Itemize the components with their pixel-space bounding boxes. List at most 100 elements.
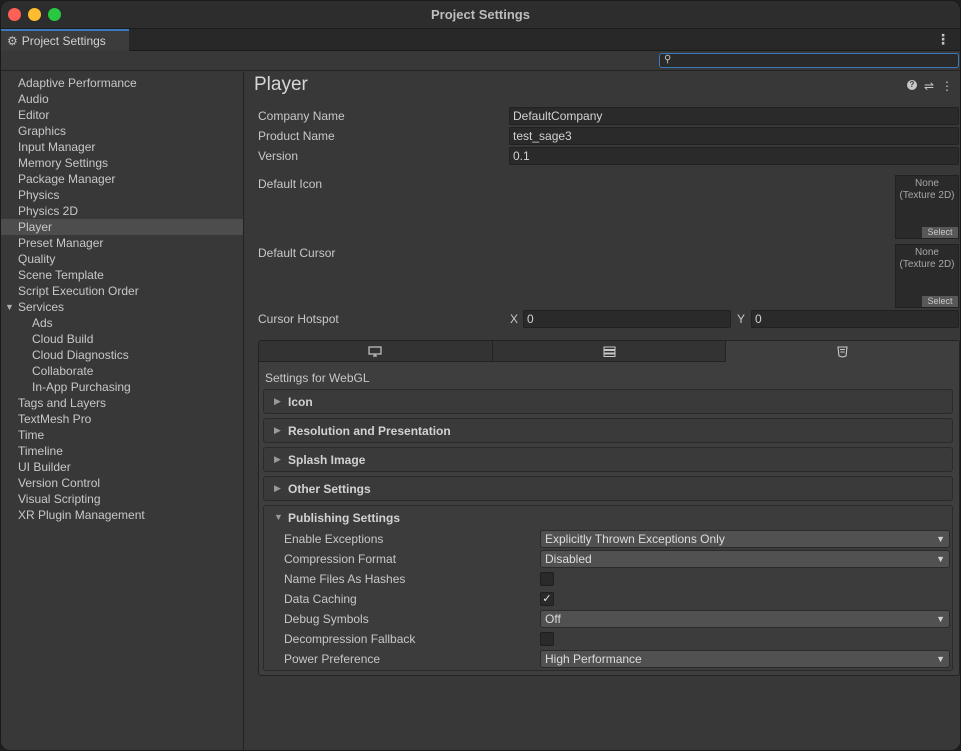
kebab-menu-icon[interactable]: ⋮ xyxy=(936,32,950,46)
sidebar-item-preset-manager[interactable]: Preset Manager xyxy=(1,235,243,251)
decompression-fallback-checkbox[interactable] xyxy=(540,632,554,646)
section-other-settings[interactable]: ▶ Other Settings xyxy=(263,476,953,501)
sidebar-item-version-control[interactable]: Version Control xyxy=(1,475,243,491)
sidebar-item-package-manager[interactable]: Package Manager xyxy=(1,171,243,187)
sidebar-item-visual-scripting[interactable]: Visual Scripting xyxy=(1,491,243,507)
expanded-triangle-icon[interactable]: ▼ xyxy=(274,512,283,522)
project-settings-window: Project Settings ⚙ Project Settings ⋮ ⚲ … xyxy=(0,0,961,751)
tab-label: Project Settings xyxy=(21,34,106,48)
company-name-field[interactable]: DefaultCompany xyxy=(509,107,959,125)
section-label[interactable]: Publishing Settings xyxy=(288,511,400,525)
sidebar-item-input-manager[interactable]: Input Manager xyxy=(1,139,243,155)
debug-symbols-dropdown[interactable]: Off ▼ xyxy=(540,610,950,628)
collapsed-triangle-icon: ▶ xyxy=(274,425,281,435)
chevron-down-icon: ▼ xyxy=(936,614,945,624)
sidebar-item-services[interactable]: ▼ Services xyxy=(1,299,243,315)
cursor-hotspot-label: Cursor Hotspot xyxy=(258,312,339,326)
compression-format-dropdown[interactable]: Disabled ▼ xyxy=(540,550,950,568)
sidebar-item-scene-template[interactable]: Scene Template xyxy=(1,267,243,283)
page-title: Player xyxy=(254,74,308,95)
platform-tabs xyxy=(259,341,960,362)
chevron-down-icon: ▼ xyxy=(936,554,945,564)
sidebar-item-graphics[interactable]: Graphics xyxy=(1,123,243,139)
sidebar-item-adaptive-performance[interactable]: Adaptive Performance xyxy=(1,75,243,91)
collapsed-triangle-icon: ▶ xyxy=(274,396,281,406)
section-label: Resolution and Presentation xyxy=(288,424,451,438)
tab-bar: ⚙ Project Settings ⋮ xyxy=(1,29,960,51)
sidebar-item-tags-and-layers[interactable]: Tags and Layers xyxy=(1,395,243,411)
default-cursor-label: Default Cursor xyxy=(258,246,336,260)
sidebar-item-physics-2d[interactable]: Physics 2D xyxy=(1,203,243,219)
checkmark-icon: ✓ xyxy=(542,593,552,605)
sidebar-item-xr-plugin-management[interactable]: XR Plugin Management xyxy=(1,507,243,523)
sidebar-item-time[interactable]: Time xyxy=(1,427,243,443)
name-files-as-hashes-label: Name Files As Hashes xyxy=(284,572,406,586)
collapsed-triangle-icon: ▶ xyxy=(274,454,281,464)
section-label: Other Settings xyxy=(288,482,371,496)
monitor-icon xyxy=(368,345,382,357)
sidebar-item-in-app-purchasing[interactable]: In-App Purchasing xyxy=(1,379,243,395)
sidebar-item-player[interactable]: Player xyxy=(1,219,243,235)
hotspot-y-field[interactable]: 0 xyxy=(751,310,959,328)
name-files-as-hashes-checkbox[interactable] xyxy=(540,572,554,586)
section-publishing-settings: ▼ Publishing Settings Enable Exceptions … xyxy=(263,505,953,671)
product-name-field[interactable]: test_sage3 xyxy=(509,127,959,145)
search-input[interactable] xyxy=(674,54,954,67)
gear-icon: ⚙ xyxy=(7,34,18,48)
sidebar-item-ads[interactable]: Ads xyxy=(1,315,243,331)
texture-none-text: None xyxy=(915,247,939,258)
section-resolution-and-presentation[interactable]: ▶ Resolution and Presentation xyxy=(263,418,953,443)
sidebar-item-quality[interactable]: Quality xyxy=(1,251,243,267)
hotspot-x-field[interactable]: 0 xyxy=(523,310,731,328)
html5-icon xyxy=(837,345,848,358)
sidebar-item-physics[interactable]: Physics xyxy=(1,187,243,203)
settings-sidebar: Adaptive Performance Audio Editor Graphi… xyxy=(1,72,244,750)
kebab-menu-icon[interactable]: ⋮ xyxy=(941,79,953,93)
sidebar-item-textmesh-pro[interactable]: TextMesh Pro xyxy=(1,411,243,427)
dropdown-value: Explicitly Thrown Exceptions Only xyxy=(545,532,725,546)
data-caching-checkbox[interactable]: ✓ xyxy=(540,592,554,606)
sidebar-item-timeline[interactable]: Timeline xyxy=(1,443,243,459)
search-row: ⚲ xyxy=(1,51,960,71)
texture-type-text: (Texture 2D) xyxy=(899,259,955,270)
power-preference-dropdown[interactable]: High Performance ▼ xyxy=(540,650,950,668)
tab-project-settings[interactable]: ⚙ Project Settings xyxy=(1,29,129,51)
tab-platform-standalone[interactable] xyxy=(259,341,493,362)
chevron-down-icon: ▼ xyxy=(936,654,945,664)
sidebar-item-label: Services xyxy=(18,300,65,314)
sidebar-item-collaborate[interactable]: Collaborate xyxy=(1,363,243,379)
sidebar-item-memory-settings[interactable]: Memory Settings xyxy=(1,155,243,171)
enable-exceptions-label: Enable Exceptions xyxy=(284,532,384,546)
sidebar-item-script-execution-order[interactable]: Script Execution Order xyxy=(1,283,243,299)
decompression-fallback-label: Decompression Fallback xyxy=(284,632,416,646)
enable-exceptions-dropdown[interactable]: Explicitly Thrown Exceptions Only ▼ xyxy=(540,530,950,548)
select-texture-button[interactable]: Select xyxy=(922,296,958,307)
search-box[interactable]: ⚲ xyxy=(659,53,959,68)
power-preference-label: Power Preference xyxy=(284,652,381,666)
section-label: Splash Image xyxy=(288,453,366,467)
version-label: Version xyxy=(258,149,299,163)
select-texture-button[interactable]: Select xyxy=(922,227,958,238)
version-field[interactable]: 0.1 xyxy=(509,147,959,165)
texture-placeholder: None (Texture 2D) xyxy=(896,178,958,202)
help-icon[interactable]: ? xyxy=(906,80,917,90)
section-icon[interactable]: ▶ Icon xyxy=(263,389,953,414)
section-splash-image[interactable]: ▶ Splash Image xyxy=(263,447,953,472)
header-icons: ? ⇌ ⋮ xyxy=(906,79,953,93)
default-icon-texture-field[interactable]: None (Texture 2D) Select xyxy=(895,175,959,239)
hotspot-x-label: X xyxy=(510,312,519,326)
presets-sliders-icon[interactable]: ⇌ xyxy=(924,79,934,93)
default-cursor-texture-field[interactable]: None (Texture 2D) Select xyxy=(895,244,959,308)
sidebar-item-ui-builder[interactable]: UI Builder xyxy=(1,459,243,475)
sidebar-item-cloud-build[interactable]: Cloud Build xyxy=(1,331,243,347)
expanded-triangle-icon[interactable]: ▼ xyxy=(5,299,14,315)
debug-symbols-label: Debug Symbols xyxy=(284,612,369,626)
dropdown-value: Off xyxy=(545,612,561,626)
tab-platform-webgl[interactable] xyxy=(726,341,960,362)
title-bar: Project Settings xyxy=(1,1,960,29)
window-title: Project Settings xyxy=(431,7,530,22)
tab-platform-server[interactable] xyxy=(492,341,727,362)
sidebar-item-editor[interactable]: Editor xyxy=(1,107,243,123)
sidebar-item-cloud-diagnostics[interactable]: Cloud Diagnostics xyxy=(1,347,243,363)
sidebar-item-audio[interactable]: Audio xyxy=(1,91,243,107)
